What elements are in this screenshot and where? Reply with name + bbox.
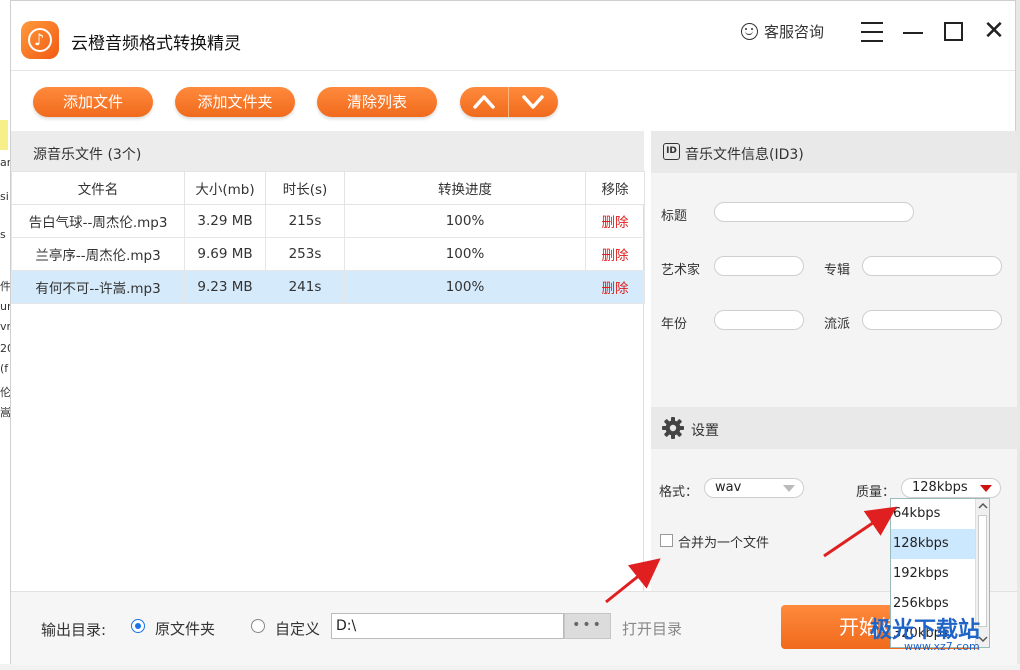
maximize-icon[interactable] — [939, 17, 969, 47]
column-header-name: 文件名 — [11, 171, 185, 205]
move-down-icon[interactable] — [521, 93, 545, 111]
column-header-progress: 转换进度 — [344, 171, 586, 205]
id3-header: ID 音乐文件信息(ID3) — [651, 131, 1017, 173]
background-highlight — [0, 120, 8, 150]
original-folder-label: 原文件夹 — [155, 620, 216, 638]
file-name: 兰亭序--周杰伦.mp3 — [11, 237, 185, 271]
file-progress: 100% — [344, 237, 586, 271]
scroll-thumb[interactable] — [978, 515, 987, 627]
file-progress: 100% — [344, 204, 586, 238]
add-folder-button[interactable]: 添加文件夹 — [175, 87, 295, 117]
quality-value: 128kbps — [912, 480, 968, 495]
smile-icon — [741, 23, 758, 40]
column-header-remove: 移除 — [585, 171, 645, 205]
merge-checkbox[interactable] — [660, 534, 673, 547]
customer-service-button[interactable]: 客服咨询 — [741, 21, 824, 42]
source-header: 源音乐文件 (3个) — [11, 131, 644, 171]
menu-icon[interactable] — [857, 17, 887, 47]
output-bar: 输出目录: 原文件夹 自定义 D:\ ••• 打开目录 开始转换 — [11, 591, 1017, 665]
clear-list-button[interactable]: 清除列表 — [317, 87, 437, 117]
quality-option-selected[interactable]: 128kbps — [891, 529, 977, 559]
settings-header: 设置 — [651, 407, 1017, 449]
file-name: 告白气球--周杰伦.mp3 — [11, 204, 185, 238]
album-label: 专辑 — [824, 263, 851, 278]
settings-title: 设置 — [691, 423, 719, 439]
title-field[interactable] — [714, 202, 914, 222]
file-duration: 253s — [265, 237, 345, 271]
output-path-input[interactable]: D:\ — [331, 613, 564, 639]
custom-folder-radio[interactable] — [251, 619, 265, 633]
year-label: 年份 — [661, 317, 688, 332]
scroll-up-icon[interactable] — [978, 502, 988, 510]
year-field[interactable] — [714, 310, 804, 330]
album-field[interactable] — [862, 256, 1002, 276]
close-icon[interactable]: ✕ — [979, 17, 1009, 47]
file-duration: 215s — [265, 204, 345, 238]
genre-field[interactable] — [862, 310, 1002, 330]
delete-link[interactable]: 删除 — [585, 270, 645, 304]
logo-note: ♪ — [34, 30, 45, 49]
reorder-buttons — [460, 87, 558, 117]
minimize-icon[interactable] — [899, 17, 929, 47]
title-bar: ♪ 云橙音频格式转换精灵 客服咨询 ✕ — [11, 1, 1015, 71]
source-title: 源音乐文件 (3个) — [33, 147, 142, 163]
table-row[interactable]: 有何不可--许嵩.mp3 9.23 MB 241s 100% 删除 — [11, 270, 645, 304]
source-files-panel: 源音乐文件 (3个) 文件名 大小(mb) 时长(s) 转换进度 移除 告白气球… — [11, 131, 645, 591]
delete-link[interactable]: 删除 — [585, 237, 645, 271]
chevron-down-icon — [783, 485, 795, 492]
dropdown-arrow-icon — [980, 485, 992, 492]
file-duration: 241s — [265, 270, 345, 304]
file-size: 9.23 MB — [184, 270, 266, 304]
id3-title: 音乐文件信息(ID3) — [685, 147, 804, 163]
watermark-url: www.xz7.com — [904, 640, 980, 653]
genre-label: 流派 — [824, 317, 851, 332]
merge-label: 合并为一个文件 — [678, 536, 770, 551]
app-title: 云橙音频格式转换精灵 — [71, 34, 241, 54]
app-logo-icon: ♪ — [21, 21, 59, 59]
format-value: wav — [715, 480, 742, 495]
quality-option[interactable]: 64kbps — [891, 499, 977, 529]
quality-select[interactable]: 128kbps — [901, 478, 1001, 498]
browse-button[interactable]: ••• — [564, 613, 611, 639]
file-name: 有何不可--许嵩.mp3 — [11, 270, 185, 304]
column-header-duration: 时长(s) — [265, 171, 345, 205]
format-label: 格式： — [659, 485, 699, 500]
customer-service-label: 客服咨询 — [764, 23, 825, 41]
artist-field[interactable] — [714, 256, 804, 276]
output-label: 输出目录: — [41, 621, 107, 639]
file-size: 3.29 MB — [184, 204, 266, 238]
file-size: 9.69 MB — [184, 237, 266, 271]
delete-link[interactable]: 删除 — [585, 204, 645, 238]
original-folder-radio[interactable] — [131, 619, 145, 633]
title-label: 标题 — [661, 209, 688, 224]
file-progress: 100% — [344, 270, 586, 304]
reorder-separator — [508, 87, 509, 117]
app-window: ♪ 云橙音频格式转换精灵 客服咨询 ✕ 添加文件 添加文件夹 清除列表 源音乐文… — [10, 0, 1017, 665]
quality-option[interactable]: 192kbps — [891, 559, 977, 589]
table-row[interactable]: 告白气球--周杰伦.mp3 3.29 MB 215s 100% 删除 — [11, 204, 645, 238]
gear-icon — [662, 417, 684, 439]
open-directory-link[interactable]: 打开目录 — [622, 618, 682, 639]
add-file-button[interactable]: 添加文件 — [33, 87, 153, 117]
custom-folder-label: 自定义 — [275, 620, 321, 638]
table-header-row: 文件名 大小(mb) 时长(s) 转换进度 移除 — [11, 171, 645, 205]
artist-label: 艺术家 — [661, 263, 701, 278]
id-icon: ID — [663, 143, 680, 160]
format-select[interactable]: wav — [704, 478, 804, 498]
file-table: 文件名 大小(mb) 时长(s) 转换进度 移除 告白气球--周杰伦.mp3 3… — [11, 171, 645, 304]
move-up-icon[interactable] — [472, 93, 496, 111]
table-row[interactable]: 兰亭序--周杰伦.mp3 9.69 MB 253s 100% 删除 — [11, 237, 645, 271]
column-header-size: 大小(mb) — [184, 171, 266, 205]
